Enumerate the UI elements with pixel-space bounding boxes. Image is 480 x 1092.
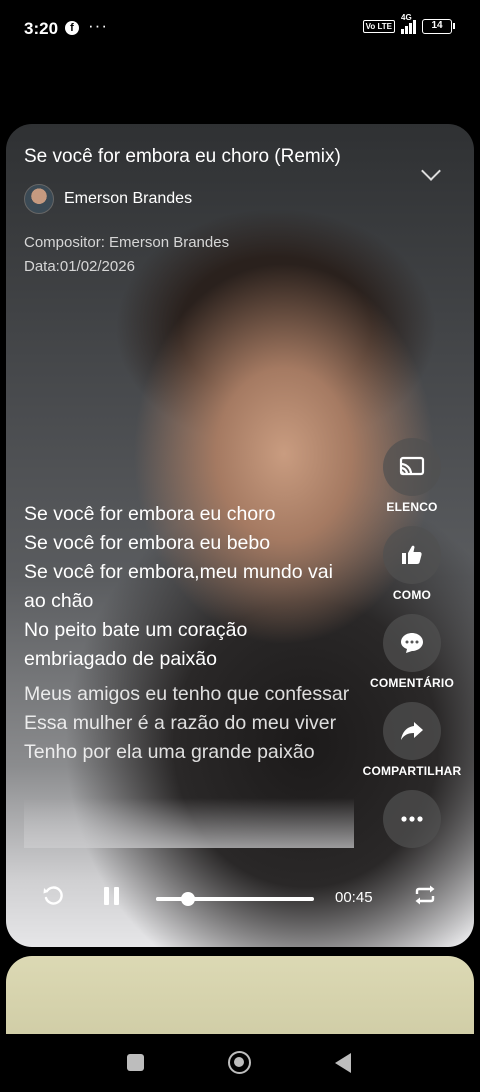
more-icon[interactable] [383,790,441,848]
song-card[interactable]: Se você for embora eu choro (Remix) Emer… [6,124,474,947]
chevron-down-icon[interactable] [421,161,441,181]
like-button[interactable]: COMO [359,526,465,602]
date-text: Data:01/02/2026 [24,258,135,275]
artist-avatar[interactable] [24,184,54,214]
share-label: COMPARTILHAR [362,764,462,778]
status-bar: 3:20 f ··· Vo LTE 4G 14 [0,0,480,58]
recent-apps-icon[interactable] [127,1054,144,1071]
pause-icon[interactable] [104,887,119,905]
back-icon[interactable] [335,1053,351,1073]
cast-label: ELENCO [386,500,438,514]
status-time: 3:20 [24,19,59,38]
lyric-line: Se você for embora,meu mundo vai ao chão [24,561,333,612]
next-song-card[interactable] [6,956,474,1046]
lyrics-fade [24,798,354,848]
signal-icon: 4G [401,13,416,34]
lyric-line: Meus amigos eu tenho que confessar [24,683,350,705]
share-icon[interactable] [383,702,441,760]
song-title: Se você for embora eu choro (Remix) [24,146,341,167]
battery-icon: 14 [422,18,455,34]
lyric-line: Tenho por ela uma grande paixão [24,741,315,763]
repeat-icon[interactable] [413,884,437,911]
progress-slider[interactable] [156,892,314,906]
lyric-line: Se você for embora eu bebo [24,532,271,554]
thumbs-up-icon[interactable] [383,526,441,584]
lyric-line: No peito bate um coração embriagado de p… [24,619,248,670]
player-controls: 00:45 [6,869,474,929]
more-notifications-icon: ··· [88,16,108,35]
comment-button[interactable]: COMENTÁRIO [359,614,465,690]
more-button[interactable] [359,790,465,848]
lyrics-panel[interactable]: Se você for embora eu choro Se você for … [24,500,354,848]
network-type: 4G [401,13,412,22]
system-navigation-bar [0,1034,480,1092]
song-meta: Compositor: Emerson Brandes Data:01/02/2… [24,231,229,279]
elapsed-time: 00:45 [335,889,373,906]
artist-row[interactable]: Emerson Brandes [24,184,192,214]
status-indicators: Vo LTE 4G 14 [362,13,455,34]
comment-label: COMENTÁRIO [370,676,454,690]
volte-icon: Vo LTE [362,19,395,33]
cast-button[interactable]: ELENCO [359,438,465,514]
facebook-icon: f [65,21,79,35]
composer-text: Compositor: Emerson Brandes [24,234,230,251]
artist-name[interactable]: Emerson Brandes [64,190,192,208]
share-button[interactable]: COMPARTILHAR [359,702,465,778]
comment-icon[interactable] [383,614,441,672]
cast-icon[interactable] [383,438,441,496]
like-label: COMO [392,588,432,602]
lyric-line: Se você for embora eu choro [24,503,276,525]
progress-handle[interactable] [180,892,195,906]
lyric-line: Essa mulher é a razão do meu viver [24,712,337,734]
home-icon[interactable] [228,1051,251,1074]
replay-icon[interactable] [42,885,64,912]
